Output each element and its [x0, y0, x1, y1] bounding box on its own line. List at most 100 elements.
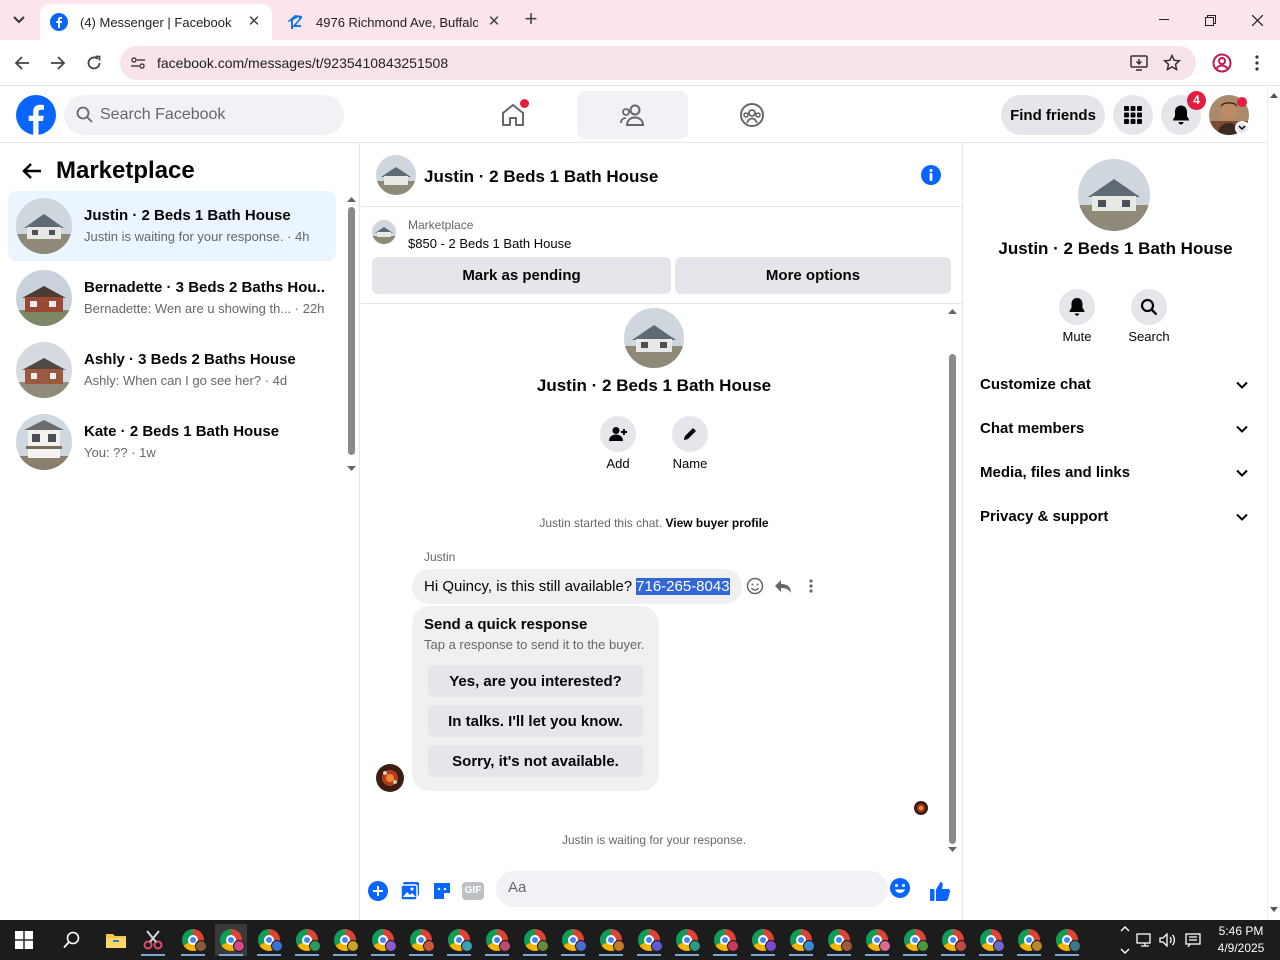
conversation-item[interactable]: Justin · 2 Beds 1 Bath House Justin is w… — [8, 191, 336, 261]
conversation-item[interactable]: Kate · 2 Beds 1 Bath House You: ?? · 1w — [8, 407, 336, 477]
restore-button[interactable] — [1187, 0, 1233, 40]
address-bar[interactable]: facebook.com/messages/t/9235410843251508 — [120, 46, 1196, 80]
install-app-icon[interactable] — [1129, 53, 1149, 73]
conversation-title[interactable]: Justin · 2 Beds 1 Bath House — [424, 167, 658, 187]
thread-scrollbar[interactable] — [948, 307, 957, 857]
taskbar-chrome-window[interactable] — [823, 924, 855, 956]
section-chat-members[interactable]: Chat members — [972, 409, 1256, 449]
section-media-files-links[interactable]: Media, files and links — [972, 453, 1256, 493]
site-settings-icon[interactable] — [128, 53, 148, 73]
bookmark-star-icon[interactable] — [1162, 53, 1182, 73]
section-customize-chat[interactable]: Customize chat — [972, 365, 1256, 405]
message-phone-number[interactable]: 716-265-8043 — [636, 578, 730, 595]
taskbar-chrome-window[interactable] — [595, 924, 627, 956]
quick-response-button[interactable]: Yes, are you interested? — [428, 665, 643, 697]
nav-friends[interactable] — [577, 91, 688, 139]
taskbar-chrome-window[interactable] — [519, 924, 551, 956]
taskbar-chrome-window[interactable] — [899, 924, 931, 956]
browser-menu-icon[interactable] — [1246, 52, 1268, 74]
nav-groups[interactable] — [696, 91, 807, 139]
reload-button[interactable] — [81, 50, 107, 76]
close-window-button[interactable] — [1234, 0, 1280, 40]
reply-button[interactable] — [773, 576, 793, 596]
tab-search-button[interactable] — [6, 8, 32, 32]
facebook-logo-icon[interactable] — [16, 95, 56, 135]
start-button[interactable] — [8, 924, 40, 956]
taskbar-chrome-window[interactable] — [329, 924, 361, 956]
react-button[interactable] — [745, 576, 765, 596]
gif-button[interactable]: GIF — [462, 880, 484, 902]
taskbar-chrome-window[interactable] — [709, 924, 741, 956]
listing-title[interactable]: $850 - 2 Beds 1 Bath House — [408, 236, 571, 251]
taskbar-chrome-window[interactable] — [1013, 924, 1045, 956]
thread-avatar[interactable] — [624, 308, 684, 368]
taskbar-chrome-window[interactable] — [937, 924, 969, 956]
taskbar-search-button[interactable] — [56, 924, 88, 956]
system-clock[interactable]: 5:46 PM 4/9/2025 — [1212, 923, 1270, 957]
like-button[interactable] — [929, 880, 951, 902]
taskbar-chrome-window[interactable] — [671, 924, 703, 956]
taskbar-chrome-window[interactable] — [215, 924, 247, 956]
sender-avatar[interactable] — [376, 764, 404, 792]
taskbar-chrome-window[interactable] — [253, 924, 285, 956]
view-buyer-profile-link[interactable]: View buyer profile — [665, 516, 768, 530]
conversation-item[interactable]: Bernadette · 3 Beds 2 Baths Hou... Berna… — [8, 263, 336, 333]
search-in-chat-button[interactable] — [1131, 289, 1167, 325]
attach-photo-button[interactable] — [399, 880, 421, 902]
taskbar-chrome-window[interactable] — [443, 924, 475, 956]
network-icon[interactable] — [1136, 930, 1154, 950]
taskbar-chrome-window[interactable] — [633, 924, 665, 956]
minimize-button[interactable] — [1141, 0, 1187, 40]
taskbar-chrome-window[interactable] — [975, 924, 1007, 956]
browser-tab-zillow[interactable]: 4976 Richmond Ave, Buffalo, N ✕ — [276, 4, 512, 40]
info-icon[interactable] — [920, 164, 942, 186]
volume-icon[interactable] — [1159, 930, 1177, 950]
emoji-icon[interactable] — [889, 877, 911, 899]
more-options-button[interactable]: More options — [675, 257, 951, 294]
taskbar-chrome-window[interactable] — [861, 924, 893, 956]
file-explorer-button[interactable] — [100, 924, 132, 956]
back-to-chats-button[interactable] — [16, 155, 48, 187]
taskbar-chrome-window[interactable] — [557, 924, 589, 956]
chrome-profile-icon[interactable] — [1211, 52, 1233, 74]
menu-button[interactable] — [1113, 95, 1153, 135]
mute-button[interactable] — [1059, 289, 1095, 325]
message-bubble[interactable]: Hi Quincy, is this still available? 716-… — [412, 569, 742, 604]
conversation-avatar[interactable] — [376, 155, 416, 195]
action-center-icon[interactable] — [1184, 930, 1202, 950]
account-menu-chevron[interactable] — [1235, 121, 1249, 135]
add-people-button[interactable] — [600, 416, 636, 452]
forward-button[interactable] — [45, 50, 71, 76]
taskbar-chrome-window[interactable] — [367, 924, 399, 956]
taskbar-chrome-window[interactable] — [747, 924, 779, 956]
listing-thumbnail[interactable] — [372, 220, 396, 244]
quick-response-button[interactable]: In talks. I'll let you know. — [428, 705, 643, 737]
mark-as-pending-button[interactable]: Mark as pending — [372, 257, 671, 294]
close-tab-icon[interactable]: ✕ — [246, 14, 262, 30]
taskbar-chrome-window[interactable] — [177, 924, 209, 956]
message-input-field[interactable] — [496, 871, 888, 907]
taskbar-chrome-window[interactable] — [1051, 924, 1083, 956]
nav-home[interactable] — [457, 91, 568, 139]
rename-button[interactable] — [672, 416, 708, 452]
taskbar-chrome-window[interactable] — [481, 924, 513, 956]
quick-response-button[interactable]: Sorry, it's not available. — [428, 745, 643, 777]
taskbar-app-snipping[interactable] — [137, 924, 169, 956]
taskbar-chrome-window[interactable] — [785, 924, 817, 956]
page-scrollbar[interactable] — [1267, 87, 1280, 920]
sticker-button[interactable] — [431, 880, 453, 902]
chat-list-scrollbar[interactable] — [347, 195, 356, 475]
tray-overflow-button[interactable] — [1116, 922, 1134, 958]
new-tab-button[interactable]: + — [519, 8, 543, 32]
find-friends-button[interactable]: Find friends — [1001, 95, 1105, 135]
taskbar-chrome-window[interactable] — [291, 924, 323, 956]
details-avatar[interactable] — [1078, 159, 1150, 231]
back-button[interactable] — [9, 50, 35, 76]
facebook-search-input[interactable]: Search Facebook — [64, 95, 344, 135]
browser-tab-messenger[interactable]: (4) Messenger | Facebook ✕ — [40, 4, 272, 40]
message-more-button[interactable] — [801, 576, 821, 596]
close-tab-icon[interactable]: ✕ — [486, 14, 502, 30]
conversation-item[interactable]: Ashly · 3 Beds 2 Baths House Ashly: When… — [8, 335, 336, 405]
taskbar-chrome-window[interactable] — [405, 924, 437, 956]
more-actions-button[interactable] — [367, 880, 389, 902]
